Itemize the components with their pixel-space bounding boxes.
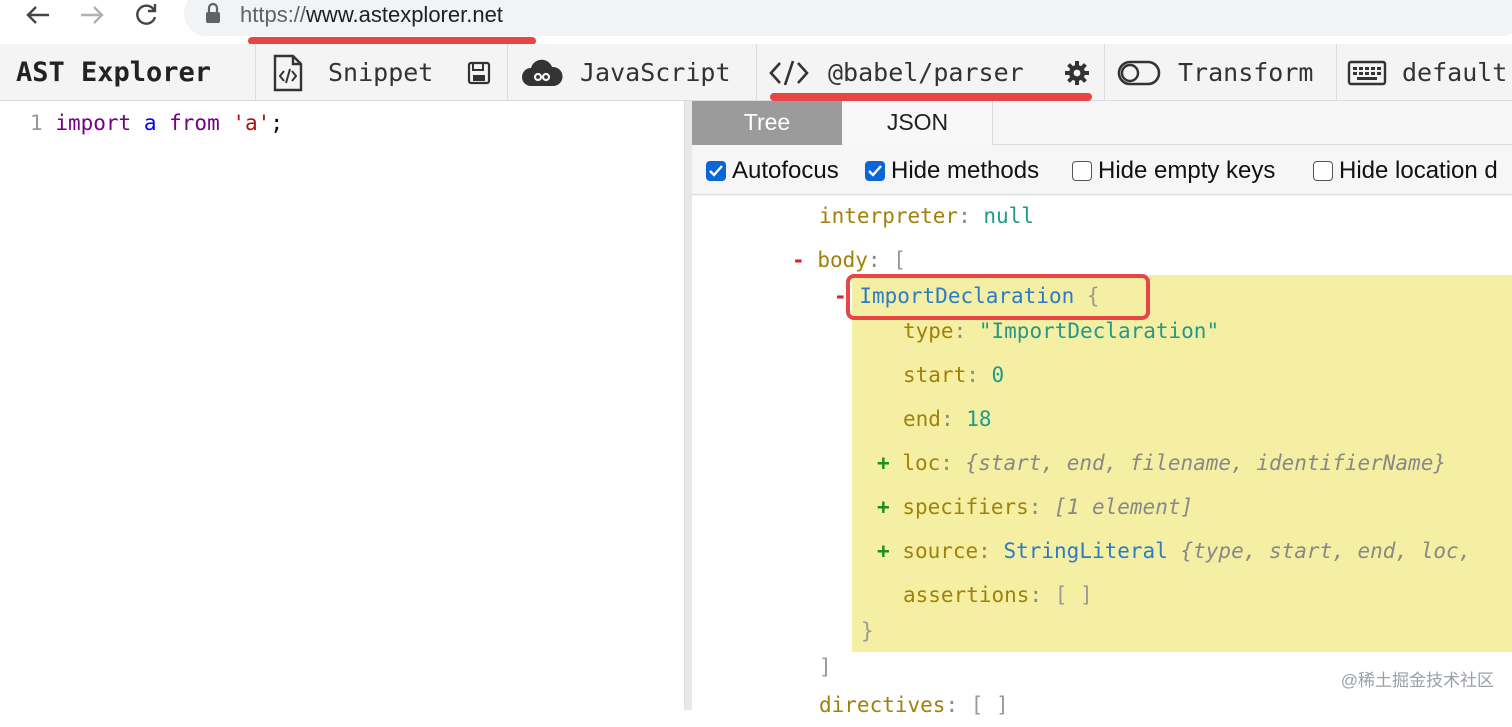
- checkbox-unchecked-icon[interactable]: [1072, 161, 1092, 181]
- url-text[interactable]: https://www.astexplorer.net: [240, 0, 503, 30]
- toolbar-divider: [1104, 44, 1105, 100]
- app-title: AST Explorer: [16, 57, 212, 88]
- tree-row-type: type: "ImportDeclaration": [903, 319, 1220, 343]
- checkbox-checked-icon[interactable]: [865, 161, 885, 181]
- option-label: Autofocus: [732, 157, 839, 184]
- expand-toggle-icon[interactable]: +: [877, 539, 890, 563]
- tree-value: [ ]: [1054, 583, 1093, 607]
- option-hide-methods[interactable]: Hide methods: [865, 150, 1039, 192]
- tab-tree[interactable]: Tree: [692, 101, 842, 145]
- code-token: import: [55, 111, 132, 135]
- option-label: Hide empty keys: [1098, 157, 1276, 184]
- save-icon[interactable]: [465, 44, 493, 101]
- keymap-selector[interactable]: default: [1402, 44, 1507, 101]
- tree-row-end: end: 18: [903, 407, 992, 431]
- reload-button[interactable]: [126, 0, 166, 30]
- tree-row-assertions: assertions: [ ]: [903, 583, 1093, 607]
- back-arrow-icon: [26, 6, 49, 24]
- node-type[interactable]: StringLiteral: [1003, 539, 1167, 563]
- code-token: a: [143, 111, 157, 135]
- tree-row-interpreter: interpreter: null: [819, 204, 1034, 228]
- tree-summary: [1 element]: [1054, 495, 1194, 519]
- line-number: 1: [30, 111, 43, 135]
- tree-row-start: start: 0: [903, 363, 1005, 387]
- code-token: 'a': [232, 111, 271, 135]
- tree-row-source[interactable]: + source: StringLiteral {type, start, en…: [877, 529, 1471, 573]
- reload-icon: [136, 4, 157, 25]
- watermark: @稀土掘金技术社区: [1340, 671, 1494, 690]
- toolbar-divider: [1336, 44, 1337, 100]
- option-autofocus[interactable]: Autofocus: [706, 150, 839, 192]
- toggle-icon[interactable]: [1116, 44, 1162, 101]
- tree-close-brace: }: [861, 619, 874, 643]
- cloud-link-icon: [520, 44, 564, 101]
- collapse-toggle-icon[interactable]: -: [834, 284, 847, 308]
- editor-line-1: 1 import a from 'a';: [30, 108, 283, 138]
- tree-value: "ImportDeclaration": [978, 319, 1220, 343]
- option-hide-empty-keys[interactable]: Hide empty keys: [1072, 150, 1275, 192]
- tree-key: assertions: [903, 583, 1030, 607]
- tree-row-directives: directives: [ ]: [819, 693, 1009, 717]
- transform-button[interactable]: Transform: [1178, 44, 1313, 101]
- code-token: ;: [270, 111, 283, 135]
- collapse-toggle-icon[interactable]: -: [792, 248, 805, 272]
- expand-toggle-icon[interactable]: +: [877, 451, 890, 475]
- toolbar-divider: [507, 44, 508, 100]
- option-label: Hide methods: [891, 157, 1040, 184]
- tree-key: directives: [819, 693, 946, 717]
- checkbox-unchecked-icon[interactable]: [1313, 161, 1333, 181]
- code-editor[interactable]: [0, 101, 684, 710]
- back-button[interactable]: [18, 0, 58, 30]
- url-protocol: https://: [240, 2, 307, 27]
- parser-underline-annotation: [770, 93, 1092, 101]
- tree-summary: {start, end, filename, identifierName}: [965, 451, 1446, 475]
- snippet-button[interactable]: Snippet: [328, 44, 433, 101]
- snippet-file-icon[interactable]: [270, 44, 306, 101]
- checkbox-checked-icon[interactable]: [706, 161, 726, 181]
- tree-summary: {type, start, end, loc,: [1180, 539, 1472, 563]
- language-selector[interactable]: JavaScript: [580, 44, 731, 101]
- option-hide-location[interactable]: Hide location d: [1313, 150, 1498, 192]
- forward-button[interactable]: [72, 0, 112, 30]
- tree-value: null: [983, 204, 1034, 228]
- tree-value: 0: [991, 363, 1005, 387]
- toolbar-divider: [255, 44, 256, 100]
- tree-value: 18: [966, 407, 992, 431]
- lock-icon: [205, 2, 221, 31]
- code-token: from: [169, 111, 220, 135]
- tree-key: end: [903, 407, 941, 431]
- tree-key: interpreter: [819, 204, 959, 228]
- forward-arrow-icon: [81, 6, 104, 24]
- tree-key: body: [817, 248, 868, 272]
- url-host: www.astexplorer.net: [306, 2, 503, 27]
- tree-row-loc[interactable]: + loc: {start, end, filename, identifier…: [877, 441, 1446, 485]
- tree-row-specifiers[interactable]: + specifiers: [1 element]: [877, 485, 1193, 529]
- tab-json[interactable]: JSON: [843, 101, 993, 145]
- toolbar-divider: [756, 44, 757, 100]
- tree-key: loc: [902, 451, 941, 475]
- pane-splitter[interactable]: [684, 101, 692, 710]
- tree-key: start: [903, 363, 967, 387]
- tree-key: specifiers: [902, 495, 1029, 519]
- tree-key: source: [902, 539, 979, 563]
- option-label: Hide location d: [1339, 157, 1498, 184]
- expand-toggle-icon[interactable]: +: [877, 495, 890, 519]
- keyboard-icon: [1346, 44, 1388, 101]
- tree-key: type: [903, 319, 954, 343]
